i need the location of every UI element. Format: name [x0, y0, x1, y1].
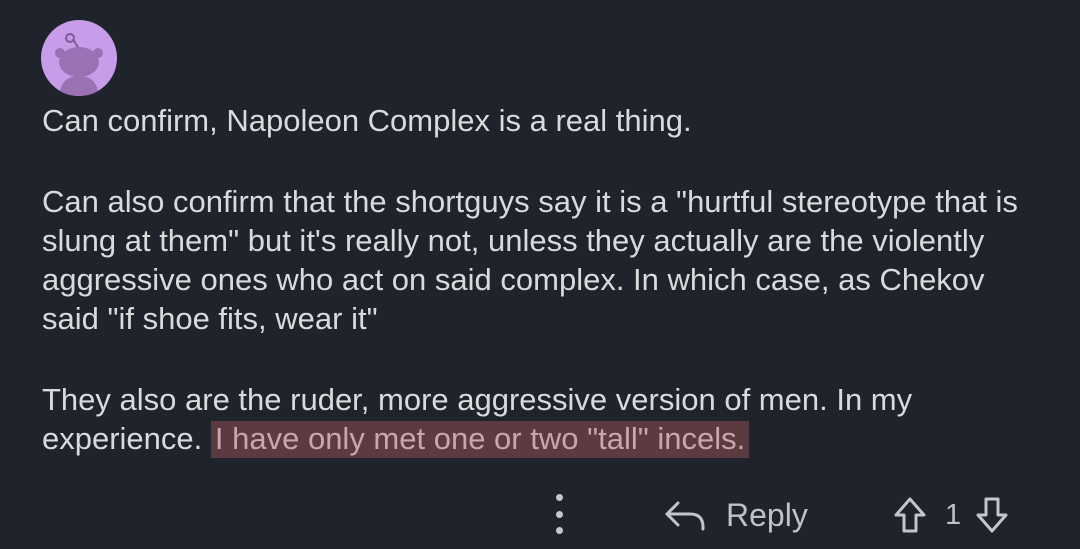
more-dot: [555, 510, 563, 518]
highlighted-text: I have only met one or two "tall" incels…: [210, 421, 750, 458]
snoo-avatar-icon: [55, 33, 103, 96]
upvote-arrow-icon: [894, 497, 926, 533]
vote-controls: 1: [893, 490, 1009, 540]
comment-paragraph: They also are the ruder, more aggressive…: [42, 380, 1042, 458]
comment-body: Can confirm, Napoleon Complex is a real …: [42, 101, 1042, 500]
avatar[interactable]: [41, 20, 117, 96]
more-dot: [555, 527, 563, 534]
reply-button[interactable]: Reply: [664, 490, 808, 540]
comment-actions: Reply 1: [0, 490, 1080, 540]
comment-paragraph: Can confirm, Napoleon Complex is a real …: [42, 103, 692, 138]
reply-arrow-icon: [665, 501, 705, 531]
upvote-button[interactable]: [893, 496, 927, 534]
downvote-arrow-icon: [976, 497, 1008, 533]
reply-label: Reply: [726, 496, 808, 533]
downvote-button[interactable]: [975, 496, 1009, 534]
vote-count: 1: [945, 498, 962, 531]
more-options-button[interactable]: [548, 494, 570, 534]
comment-paragraph: Can also confirm that the shortguys say …: [42, 184, 1018, 336]
more-vertical-icon: [555, 494, 563, 501]
